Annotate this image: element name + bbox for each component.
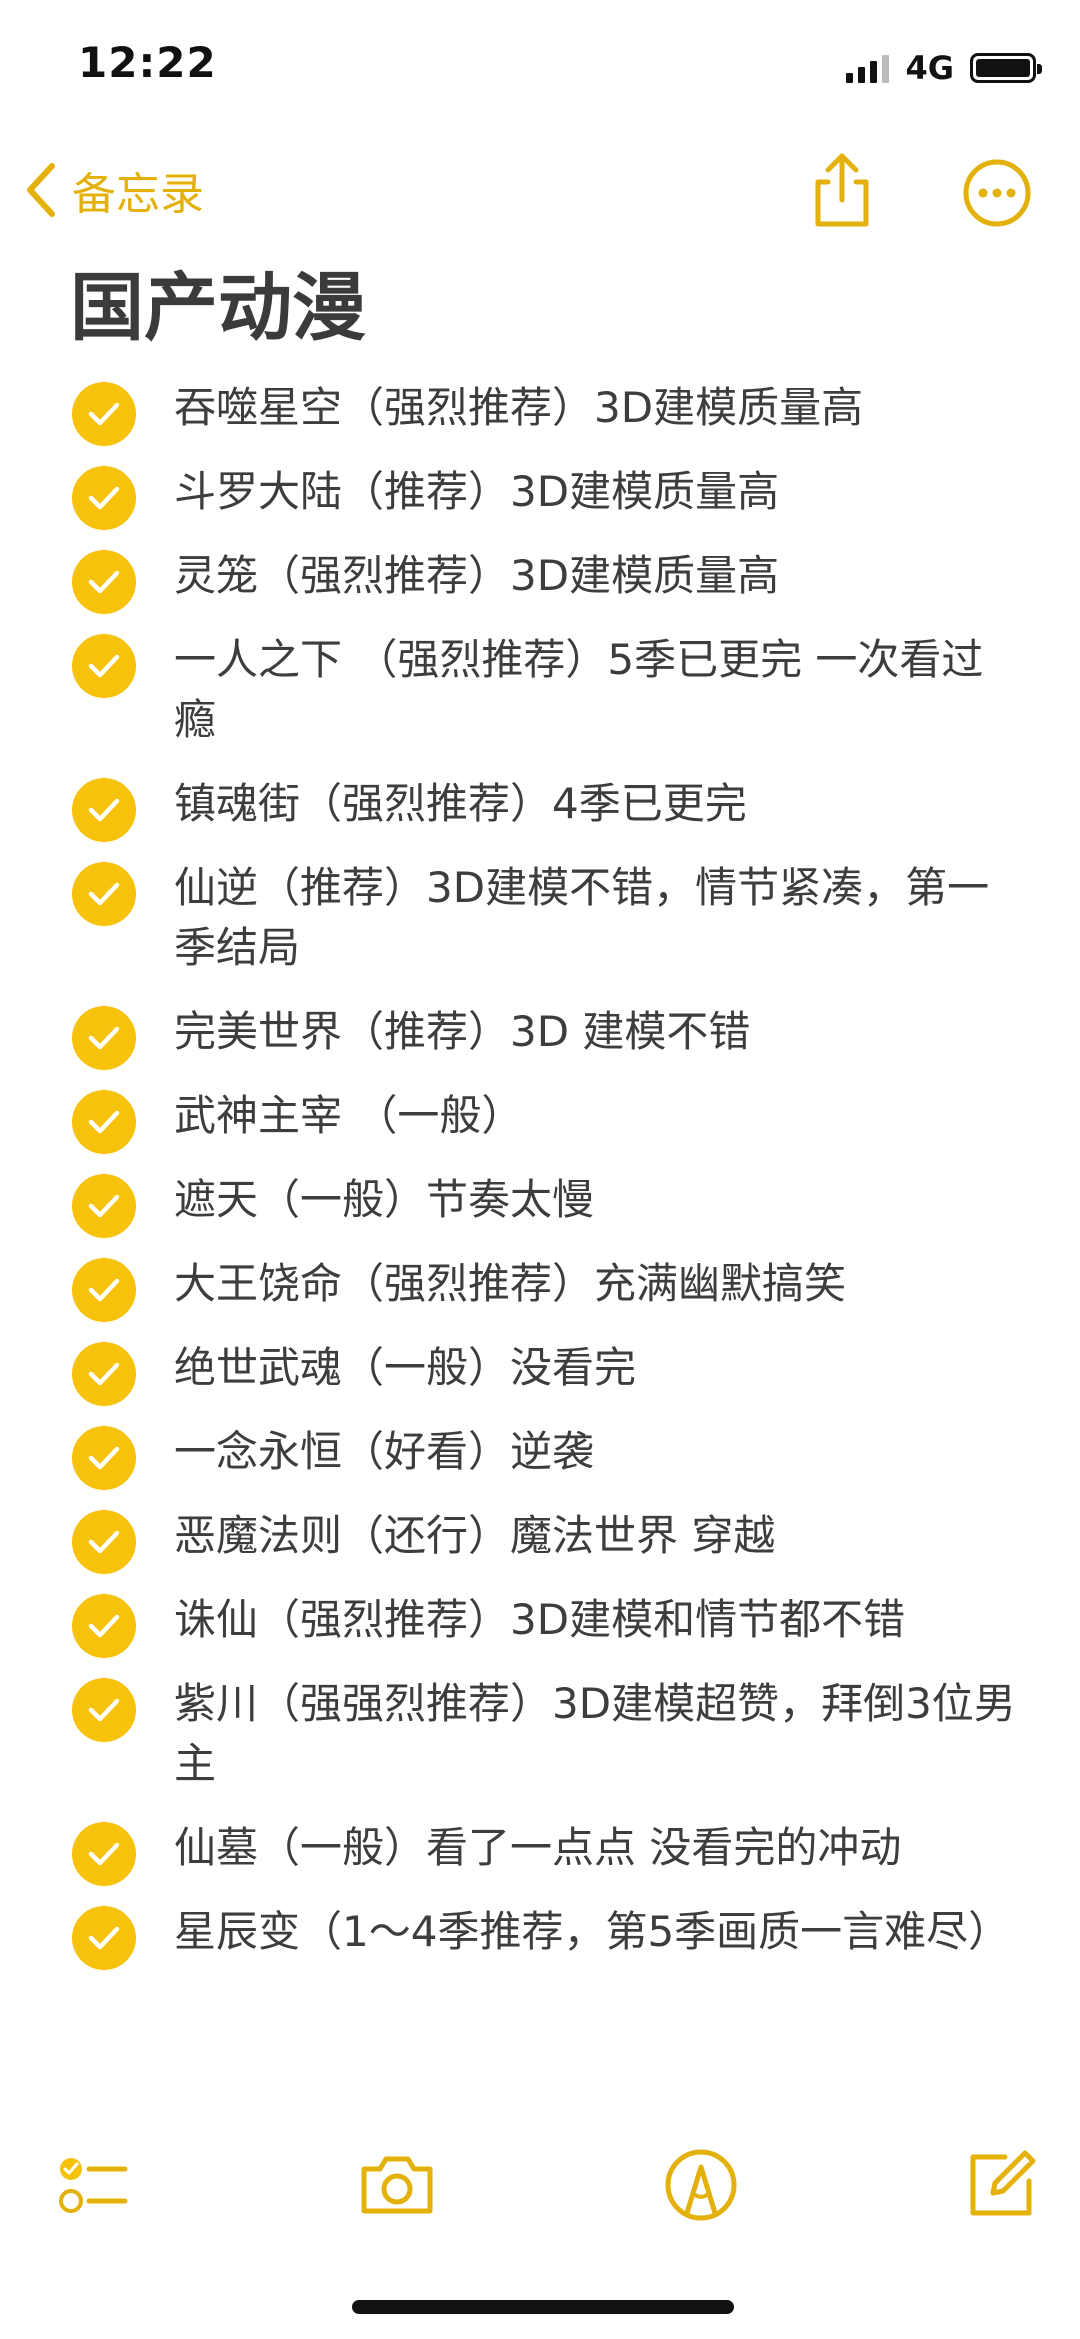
checklist-item-text[interactable]: 绝世武魂（一般）没看完 bbox=[174, 1338, 1020, 1398]
compose-icon bbox=[970, 2150, 1036, 2216]
checklist-item[interactable]: 诛仙（强烈推荐）3D建模和情节都不错 bbox=[0, 1584, 1080, 1668]
checklist-button[interactable] bbox=[48, 2140, 138, 2230]
bottom-toolbar bbox=[0, 2140, 1080, 2240]
chevron-left-icon bbox=[27, 163, 55, 217]
signal-bars-icon bbox=[846, 53, 890, 83]
compose-button[interactable] bbox=[956, 2140, 1046, 2230]
share-icon bbox=[815, 153, 869, 227]
checklist-item-text[interactable]: 仙逆（推荐）3D建模不错，情节紧凑，第一季结局 bbox=[174, 858, 1020, 978]
checklist-item-text[interactable]: 武神主宰 （一般） bbox=[174, 1086, 1020, 1146]
checklist-item[interactable]: 吞噬星空（强烈推荐）3D建模质量高 bbox=[0, 372, 1080, 456]
checkmark-circle-icon[interactable] bbox=[72, 382, 136, 446]
checkmark-circle-icon[interactable] bbox=[72, 1174, 136, 1238]
checklist: 吞噬星空（强烈推荐）3D建模质量高 斗罗大陆（推荐）3D建模质量高 灵笼（强烈推… bbox=[0, 372, 1080, 1980]
checklist-item-text[interactable]: 仙墓（一般）看了一点点 没看完的冲动 bbox=[174, 1818, 1020, 1878]
checkmark-circle-icon[interactable] bbox=[72, 1678, 136, 1742]
checkmark-circle-icon[interactable] bbox=[72, 1594, 136, 1658]
checklist-item[interactable]: 一念永恒（好看）逆袭 bbox=[0, 1416, 1080, 1500]
back-button[interactable]: 备忘录 bbox=[22, 150, 204, 230]
checklist-item[interactable]: 完美世界（推荐）3D 建模不错 bbox=[0, 996, 1080, 1080]
checklist-item[interactable]: 绝世武魂（一般）没看完 bbox=[0, 1332, 1080, 1416]
checklist-item-text[interactable]: 一人之下 （强烈推荐）5季已更完 一次看过瘾 bbox=[174, 630, 1020, 750]
checklist-item-text[interactable]: 星辰变（1～4季推荐，第5季画质一言难尽） bbox=[174, 1902, 1020, 1962]
status-time: 12:22 bbox=[78, 38, 217, 87]
checkmark-circle-icon[interactable] bbox=[72, 1906, 136, 1970]
ellipsis-circle-icon bbox=[963, 159, 1031, 227]
checklist-item-text[interactable]: 吞噬星空（强烈推荐）3D建模质量高 bbox=[174, 378, 1020, 438]
checklist-item[interactable]: 武神主宰 （一般） bbox=[0, 1080, 1080, 1164]
checklist-item-text[interactable]: 紫川（强强烈推荐）3D建模超赞，拜倒3位男主 bbox=[174, 1674, 1020, 1794]
checklist-item[interactable]: 紫川（强强烈推荐）3D建模超赞，拜倒3位男主 bbox=[0, 1668, 1080, 1812]
more-button[interactable] bbox=[962, 158, 1032, 228]
battery-full-icon bbox=[970, 53, 1042, 83]
markup-button[interactable] bbox=[656, 2140, 746, 2230]
checklist-item-text[interactable]: 诛仙（强烈推荐）3D建模和情节都不错 bbox=[174, 1590, 1020, 1650]
camera-icon bbox=[361, 2156, 433, 2214]
checklist-item-text[interactable]: 遮天（一般）节奏太慢 bbox=[174, 1170, 1020, 1230]
note-title[interactable]: 国产动漫 bbox=[70, 258, 366, 358]
checklist-item-text[interactable]: 恶魔法则（还行）魔法世界 穿越 bbox=[174, 1506, 1020, 1566]
checklist-item-text[interactable]: 大王饶命（强烈推荐）充满幽默搞笑 bbox=[174, 1254, 1020, 1314]
checklist-item[interactable]: 一人之下 （强烈推荐）5季已更完 一次看过瘾 bbox=[0, 624, 1080, 768]
checklist-item-text[interactable]: 灵笼（强烈推荐）3D建模质量高 bbox=[174, 546, 1020, 606]
checklist-item[interactable]: 恶魔法则（还行）魔法世界 穿越 bbox=[0, 1500, 1080, 1584]
checkmark-circle-icon[interactable] bbox=[72, 1090, 136, 1154]
checklist-icon bbox=[59, 2158, 128, 2213]
checklist-item-text[interactable]: 斗罗大陆（推荐）3D建模质量高 bbox=[174, 462, 1020, 522]
checkmark-circle-icon[interactable] bbox=[72, 862, 136, 926]
checkmark-circle-icon[interactable] bbox=[72, 1006, 136, 1070]
checklist-item[interactable]: 仙墓（一般）看了一点点 没看完的冲动 bbox=[0, 1812, 1080, 1896]
camera-button[interactable] bbox=[352, 2140, 442, 2230]
checkmark-circle-icon[interactable] bbox=[72, 634, 136, 698]
checklist-item[interactable]: 斗罗大陆（推荐）3D建模质量高 bbox=[0, 456, 1080, 540]
checkmark-circle-icon[interactable] bbox=[72, 1258, 136, 1322]
checkmark-circle-icon[interactable] bbox=[72, 1342, 136, 1406]
network-type: 4G bbox=[905, 49, 954, 87]
checkmark-circle-icon[interactable] bbox=[72, 778, 136, 842]
status-indicators: 4G bbox=[846, 48, 1042, 88]
checkmark-circle-icon[interactable] bbox=[72, 1510, 136, 1574]
checklist-item[interactable]: 灵笼（强烈推荐）3D建模质量高 bbox=[0, 540, 1080, 624]
checklist-item[interactable]: 遮天（一般）节奏太慢 bbox=[0, 1164, 1080, 1248]
home-indicator[interactable] bbox=[352, 2300, 734, 2314]
checkmark-circle-icon[interactable] bbox=[72, 1822, 136, 1886]
checkmark-circle-icon[interactable] bbox=[72, 550, 136, 614]
markup-pen-icon bbox=[665, 2149, 737, 2221]
checklist-item-text[interactable]: 一念永恒（好看）逆袭 bbox=[174, 1422, 1020, 1482]
checklist-item[interactable]: 星辰变（1～4季推荐，第5季画质一言难尽） bbox=[0, 1896, 1080, 1980]
share-button[interactable] bbox=[806, 150, 878, 230]
checklist-item-text[interactable]: 完美世界（推荐）3D 建模不错 bbox=[174, 1002, 1020, 1062]
back-label: 备忘录 bbox=[72, 169, 204, 220]
checklist-item[interactable]: 大王饶命（强烈推荐）充满幽默搞笑 bbox=[0, 1248, 1080, 1332]
checklist-item[interactable]: 仙逆（推荐）3D建模不错，情节紧凑，第一季结局 bbox=[0, 852, 1080, 996]
status-bar: 12:22 4G bbox=[0, 0, 1080, 130]
checklist-item[interactable]: 镇魂街（强烈推荐）4季已更完 bbox=[0, 768, 1080, 852]
checkmark-circle-icon[interactable] bbox=[72, 466, 136, 530]
checklist-item-text[interactable]: 镇魂街（强烈推荐）4季已更完 bbox=[174, 774, 1020, 834]
checkmark-circle-icon[interactable] bbox=[72, 1426, 136, 1490]
